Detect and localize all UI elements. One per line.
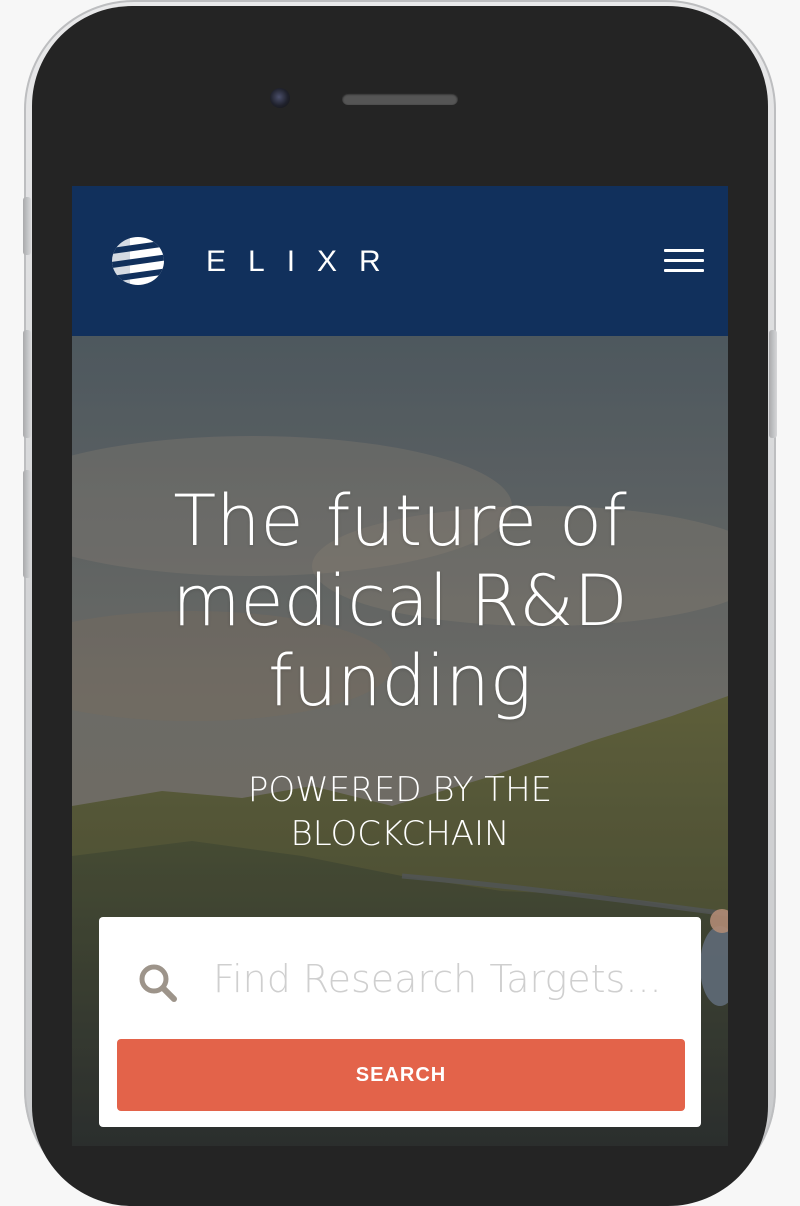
search-card: SEARCH [99,917,701,1127]
search-button[interactable]: SEARCH [117,1039,685,1111]
elixr-logo-icon[interactable] [112,236,168,286]
earpiece-speaker [342,93,458,105]
phone-volume-down-button [23,470,31,578]
search-icon[interactable] [137,962,179,1004]
hero-subheadline: POWERED BY THE BLOCKCHAIN [247,770,553,854]
phone-power-button [769,330,777,438]
phone-screen: ELIXR The future of medical R&D funding … [72,186,728,1146]
phone-volume-up-button [23,330,31,438]
hero-section: The future of medical R&D funding POWERE… [72,336,728,1146]
search-input[interactable] [213,947,685,1011]
brand-name[interactable]: ELIXR [206,244,403,280]
phone-mute-switch [23,197,31,255]
top-navbar: ELIXR [72,186,728,336]
hamburger-menu-icon[interactable] [660,244,708,278]
front-camera [270,88,290,108]
hero-headline: The future of medical R&D funding [172,480,628,722]
